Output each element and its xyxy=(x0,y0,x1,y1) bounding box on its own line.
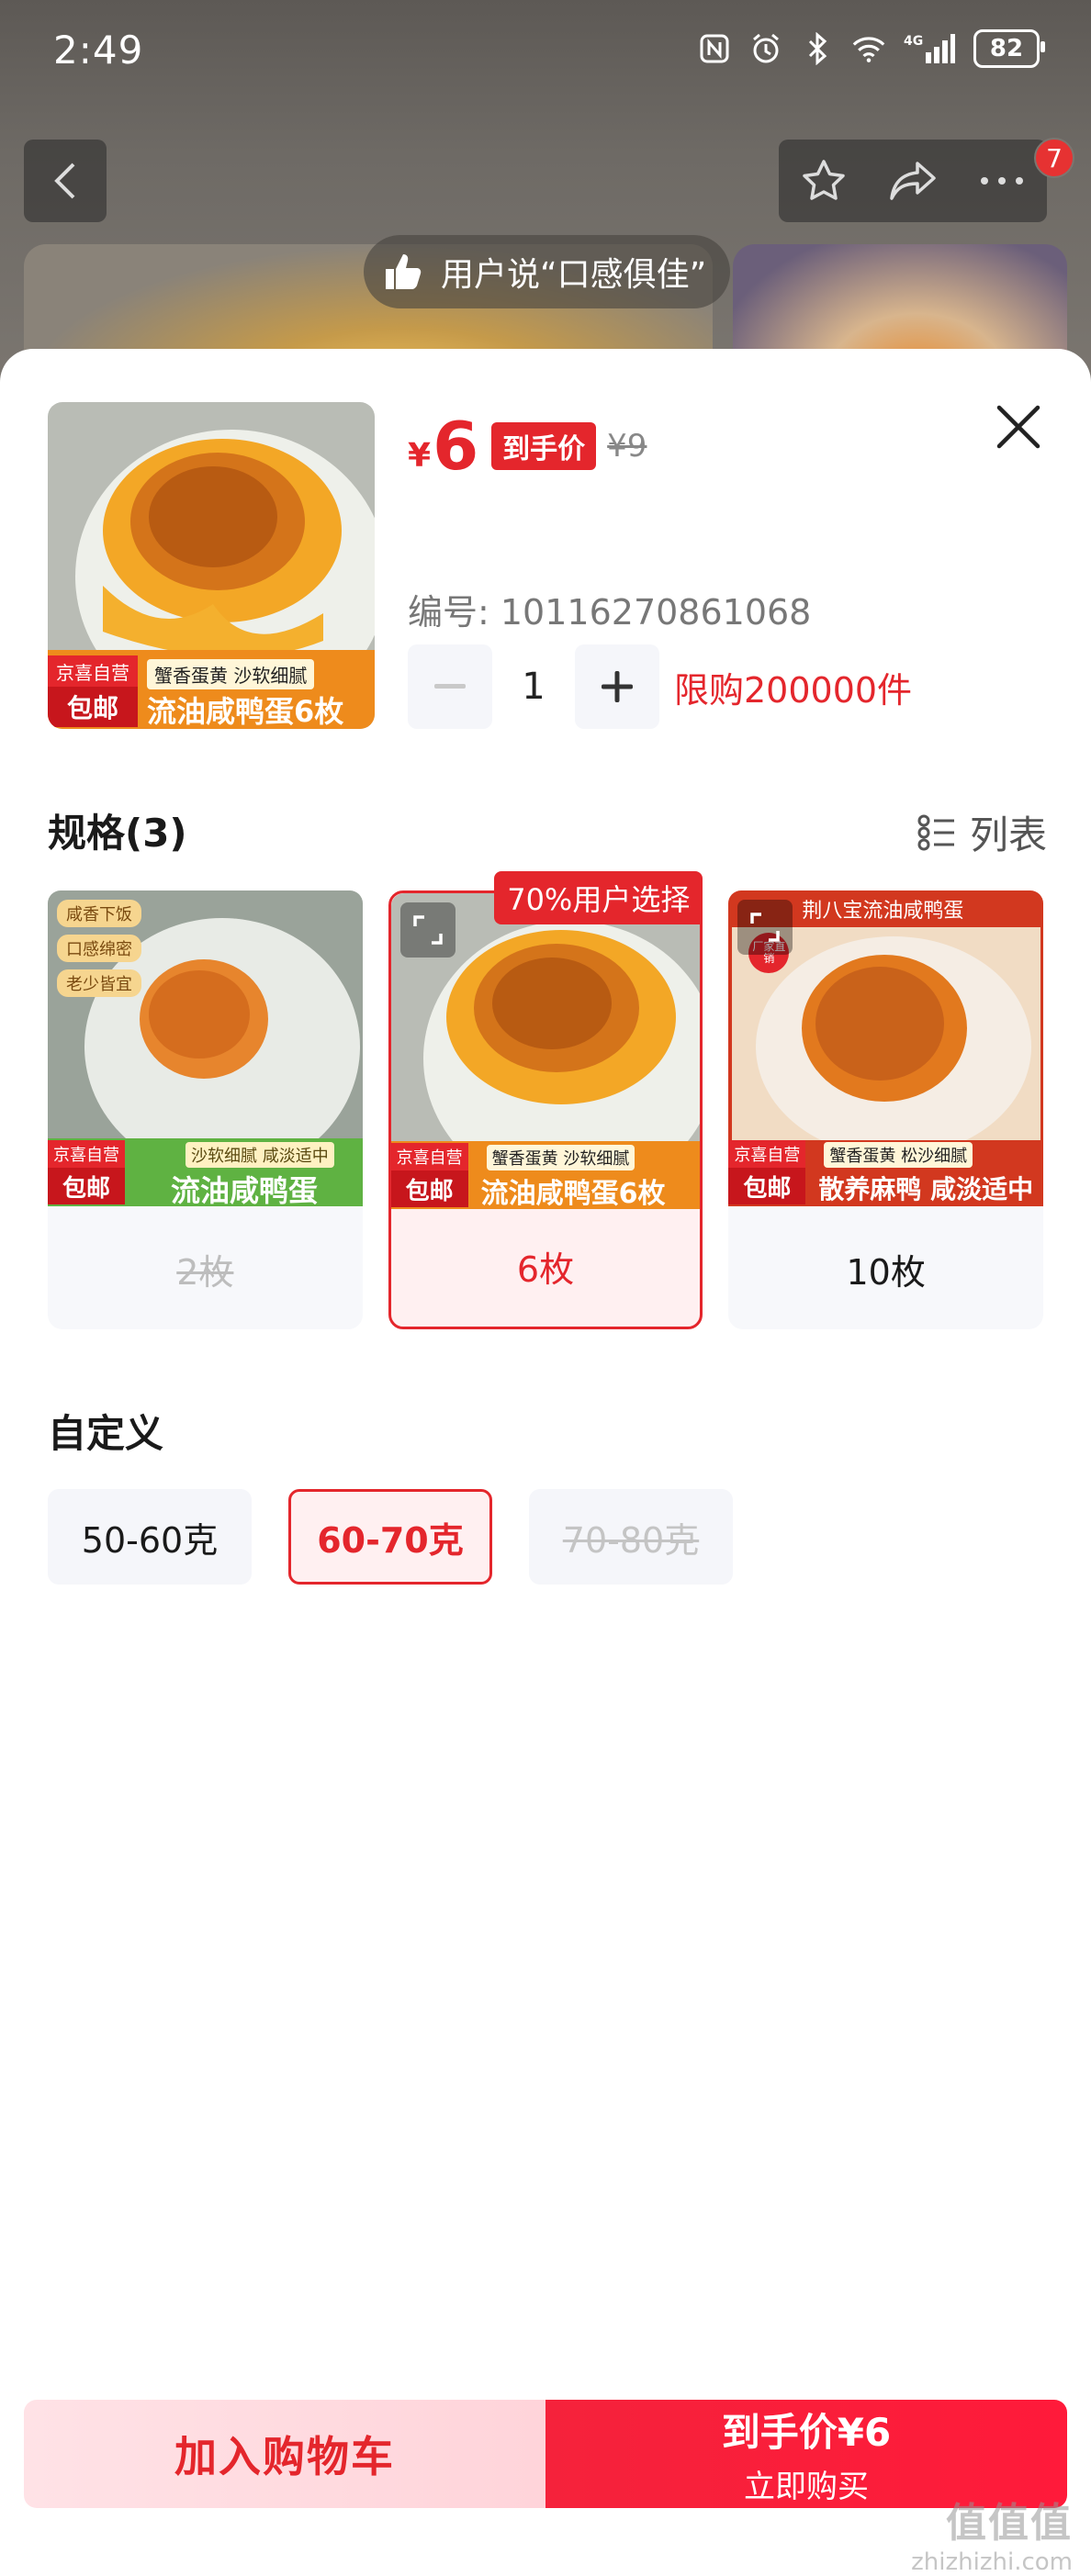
spec-option-image: 京喜自营 包邮 蟹香蛋黄 沙软细腻 流油咸鸭蛋6枚 xyxy=(390,893,701,1209)
notification-badge: 7 xyxy=(1034,138,1074,178)
favorite-button[interactable] xyxy=(787,144,860,218)
top-actions xyxy=(779,140,1047,222)
price-tag: 到手价 xyxy=(491,422,597,470)
custom-option-70-80[interactable]: 70-80克 xyxy=(529,1489,733,1585)
more-button[interactable] xyxy=(965,144,1039,218)
spec-tag-top: 京喜自营 xyxy=(48,1140,125,1168)
spec-tag-bottom: 包邮 xyxy=(48,1168,125,1204)
custom-options: 50-60克 60-70克 70-80克 xyxy=(48,1489,733,1585)
buy-now-label: 立即购买 xyxy=(744,2469,869,2505)
bluetooth-icon xyxy=(801,32,834,65)
quantity-decrease-button[interactable] xyxy=(408,644,492,729)
custom-option-50-60[interactable]: 50-60克 xyxy=(48,1489,252,1585)
spec-tag-bottom: 包邮 xyxy=(728,1168,806,1204)
spec-image-title: 流油咸鸭蛋 xyxy=(171,1173,319,1206)
original-price: ¥9 xyxy=(607,428,647,465)
watermark-logo: 值值值 xyxy=(946,2500,1073,2547)
thumb-tag-top: 京喜自营 xyxy=(48,655,138,687)
quantity-stepper: 1 限购200000件 xyxy=(408,644,912,729)
popular-choice-badge: 70%用户选择 xyxy=(494,871,703,924)
chevron-left-icon xyxy=(54,162,75,199)
status-time: 2:49 xyxy=(53,28,144,73)
status-icons: 4G 82 xyxy=(698,29,1045,68)
review-highlight: 用户说“口感俱佳” xyxy=(364,235,731,308)
expand-icon[interactable] xyxy=(737,900,793,955)
list-view-toggle[interactable]: 列表 xyxy=(917,804,1047,860)
battery-icon: 82 xyxy=(973,29,1045,68)
spec-options: 咸香下饭 口感绵密 老少皆宜 京喜自营 包邮 沙软细腻 咸淡适中 流油咸鸭蛋 2… xyxy=(48,871,1043,1329)
close-icon xyxy=(996,405,1040,449)
spec-image-header: 荆八宝流油咸鸭蛋 xyxy=(802,900,964,923)
thumb-tag-bottom: 包邮 xyxy=(48,687,138,727)
thumbs-up-icon xyxy=(386,254,422,289)
spec-option-6[interactable]: 70%用户选择 京喜自营 包邮 蟹香蛋黄 沙软细腻 流油咸鸭蛋6枚 6枚 xyxy=(388,871,703,1329)
spec-subtitle: 蟹香蛋黄 沙软细腻 xyxy=(486,1145,635,1170)
quantity-value[interactable]: 1 xyxy=(492,666,575,708)
more-dots-icon xyxy=(981,177,1024,185)
product-thumbnail[interactable]: 京喜自营 包邮 蟹香蛋黄 沙软细腻 流油咸鸭蛋6枚 xyxy=(48,402,375,729)
svg-text:4G: 4G xyxy=(904,34,923,49)
alarm-icon xyxy=(749,32,782,65)
spec-option-10[interactable]: 荆八宝流油咸鸭蛋 厂家直销 京喜自营 包邮 蟹香蛋黄 松沙细腻 散养麻鸭 咸淡适… xyxy=(728,890,1043,1329)
spec-image-title: 流油咸鸭蛋6枚 xyxy=(480,1178,666,1209)
spec-option-label: 6枚 xyxy=(516,1249,575,1290)
side-tag: 老少皆宜 xyxy=(57,969,141,997)
watermark-url: zhizhizhi.com xyxy=(911,2548,1073,2576)
watermark: 值值值 zhizhizhi.com xyxy=(911,2490,1073,2576)
spec-option-2[interactable]: 咸香下饭 口感绵密 老少皆宜 京喜自营 包邮 沙软细腻 咸淡适中 流油咸鸭蛋 2… xyxy=(48,890,363,1329)
product-page-background: 2:49 4G 82 7 用户说“口感俱佳” xyxy=(0,0,1091,386)
nfc-icon xyxy=(698,32,731,65)
minus-icon xyxy=(434,684,466,689)
price-value: 6 xyxy=(433,408,479,485)
review-text: 用户说“口感俱佳” xyxy=(441,256,707,294)
list-view-label: 列表 xyxy=(969,812,1047,857)
quantity-increase-button[interactable] xyxy=(575,644,659,729)
signal-icon: 4G xyxy=(904,32,955,65)
spec-tag-top: 京喜自营 xyxy=(728,1140,806,1168)
add-to-cart-button[interactable]: 加入购物车 xyxy=(24,2400,546,2508)
spec-option-image: 荆八宝流油咸鸭蛋 厂家直销 京喜自营 包邮 蟹香蛋黄 松沙细腻 散养麻鸭 咸淡适… xyxy=(728,890,1043,1206)
back-button[interactable] xyxy=(24,140,107,222)
price-row: ¥ 6 到手价 ¥9 xyxy=(408,413,647,479)
spec-subtitle: 蟹香蛋黄 松沙细腻 xyxy=(824,1142,973,1168)
spec-subtitle: 沙软细腻 咸淡适中 xyxy=(186,1142,334,1168)
sku-code: 编号: 10116270861068 xyxy=(408,592,812,633)
thumb-subtitle: 蟹香蛋黄 沙软细腻 xyxy=(147,659,315,689)
thumb-title: 流油咸鸭蛋6枚 xyxy=(147,694,344,729)
star-icon xyxy=(802,160,845,200)
buy-now-price: 到手价¥6 xyxy=(721,2410,892,2455)
spec-tag-bottom: 包邮 xyxy=(390,1170,468,1207)
list-icon xyxy=(917,814,954,850)
spec-tag-top: 京喜自营 xyxy=(390,1143,468,1170)
spec-option-label: 10枚 xyxy=(846,1251,926,1293)
share-icon xyxy=(890,162,936,200)
close-button[interactable] xyxy=(992,400,1045,454)
custom-section-title: 自定义 xyxy=(48,1411,164,1456)
share-button[interactable] xyxy=(876,144,950,218)
custom-option-60-70[interactable]: 60-70克 xyxy=(288,1489,492,1585)
spec-option-label: 2枚 xyxy=(176,1251,234,1293)
side-tag: 咸香下饭 xyxy=(57,900,141,927)
side-tag: 口感绵密 xyxy=(57,935,141,962)
expand-icon[interactable] xyxy=(399,902,456,958)
sku-selection-sheet: 京喜自营 包邮 蟹香蛋黄 沙软细腻 流油咸鸭蛋6枚 ¥ 6 到手价 ¥9 编号:… xyxy=(0,349,1091,2561)
wifi-icon xyxy=(852,32,885,65)
side-tags: 咸香下饭 口感绵密 老少皆宜 xyxy=(57,900,141,997)
price-currency: ¥ xyxy=(408,436,432,475)
spec-image-title: 散养麻鸭 咸淡适中 xyxy=(818,1174,1034,1204)
spec-option-image: 咸香下饭 口感绵密 老少皆宜 京喜自营 包邮 沙软细腻 咸淡适中 流油咸鸭蛋 xyxy=(48,890,363,1206)
status-bar: 2:49 4G 82 xyxy=(0,0,1091,110)
purchase-limit: 限购200000件 xyxy=(674,669,913,711)
plus-icon xyxy=(602,671,633,702)
spec-section-title: 规格(3) xyxy=(48,811,187,856)
